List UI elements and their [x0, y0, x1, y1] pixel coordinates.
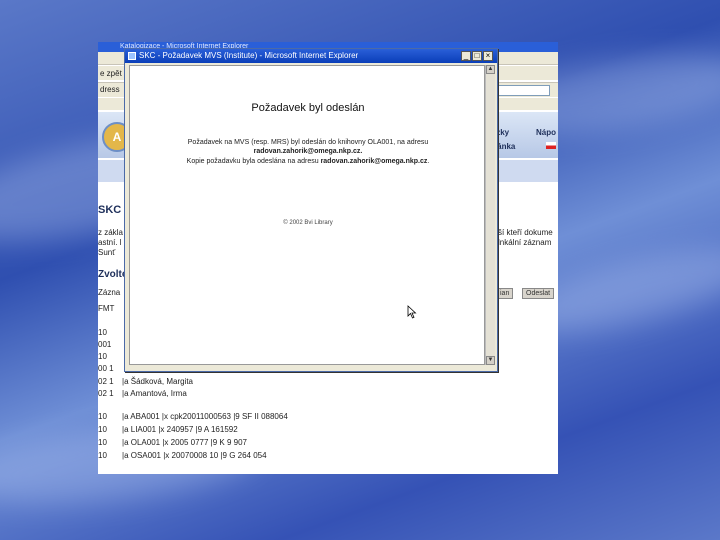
message-line: Požadavek na MVS (resp. MRS) byl odeslán…	[187, 139, 429, 146]
popup-window: SKC - Požadavek MVS (Institute) - Micros…	[124, 48, 498, 372]
bg-address-label: dress	[100, 85, 120, 94]
mouse-pointer-icon	[407, 305, 417, 319]
maximize-button[interactable]: □	[472, 51, 482, 61]
field-code: 001	[98, 340, 112, 349]
flag-icon[interactable]	[546, 142, 556, 149]
field-code: 02 1	[98, 377, 114, 386]
field-code: 10	[98, 451, 107, 460]
bg-text-fragment: Sunť	[98, 248, 116, 257]
bg-text-fragment: lnkální záznam	[498, 238, 552, 247]
scroll-up-arrow-icon[interactable]: ▲	[486, 65, 495, 74]
holding-record: |a LIA001 |x 240957 |9 A 161592	[122, 425, 238, 434]
field-code: 10	[98, 352, 107, 361]
site-logo-letter: A	[112, 130, 122, 144]
bg-text-fragment: FMT	[98, 304, 115, 313]
record-line: |a Šádková, Margita	[122, 377, 194, 386]
copyright-text: © 2002 Bvi Library	[283, 220, 333, 226]
field-code: 10	[98, 328, 107, 337]
ie-icon	[128, 52, 136, 60]
field-code: 02 1	[98, 389, 114, 398]
field-code: 10	[98, 412, 107, 421]
bg-text-fragment: ší kteří dokume	[498, 228, 553, 237]
holding-record: |a ABA001 |x cpk20011000563 |9 SF II 088…	[122, 412, 288, 421]
field-code: 10	[98, 425, 107, 434]
bg-text-fragment: z zákla	[98, 228, 123, 237]
field-code: 10	[98, 438, 107, 447]
message-text: Kopie požadavku byla odeslána na adresu	[186, 158, 319, 165]
email-address: radovan.zahorik@omega.nkp.cz	[320, 158, 428, 165]
popup-title: SKC - Požadavek MVS (Institute) - Micros…	[139, 51, 359, 60]
scroll-down-arrow-icon[interactable]: ▼	[486, 356, 495, 365]
bg-back-label[interactable]: e zpět	[100, 69, 122, 79]
holding-record: |a OLA001 |x 2005 0777 |9 K 9 907	[122, 438, 247, 447]
message-text: .	[427, 158, 430, 165]
field-code: 00 1	[98, 364, 114, 373]
bg-page-heading: SKC	[98, 204, 122, 216]
close-button[interactable]: ×	[483, 51, 493, 61]
bg-text-fragment: Zázna	[98, 288, 121, 297]
email-address: radovan.zahorik@omega.nkp.cz.	[253, 148, 363, 155]
send-button[interactable]: Odeslat	[522, 288, 555, 299]
bg-text-fragment: astní. l	[98, 238, 122, 247]
holding-record: |a OSA001 |x 20070008 10 |9 G 264 054	[122, 451, 267, 460]
popup-content: Požadavek byl odeslán Požadavek na MVS (…	[129, 65, 485, 365]
bg-form-button[interactable]: ian	[496, 288, 514, 299]
message-line: Kopie požadavku byla odeslána na adresu …	[130, 157, 486, 166]
vertical-scrollbar[interactable]: ▲ ▼	[485, 65, 495, 365]
popup-titlebar[interactable]: SKC - Požadavek MVS (Institute) - Micros…	[125, 49, 497, 63]
bg-nav-link[interactable]: Nápo	[536, 128, 556, 138]
minimize-button[interactable]: _	[461, 51, 471, 61]
message-heading: Požadavek byl odeslán	[251, 102, 365, 114]
record-line: |a Amantová, Irma	[122, 389, 187, 398]
